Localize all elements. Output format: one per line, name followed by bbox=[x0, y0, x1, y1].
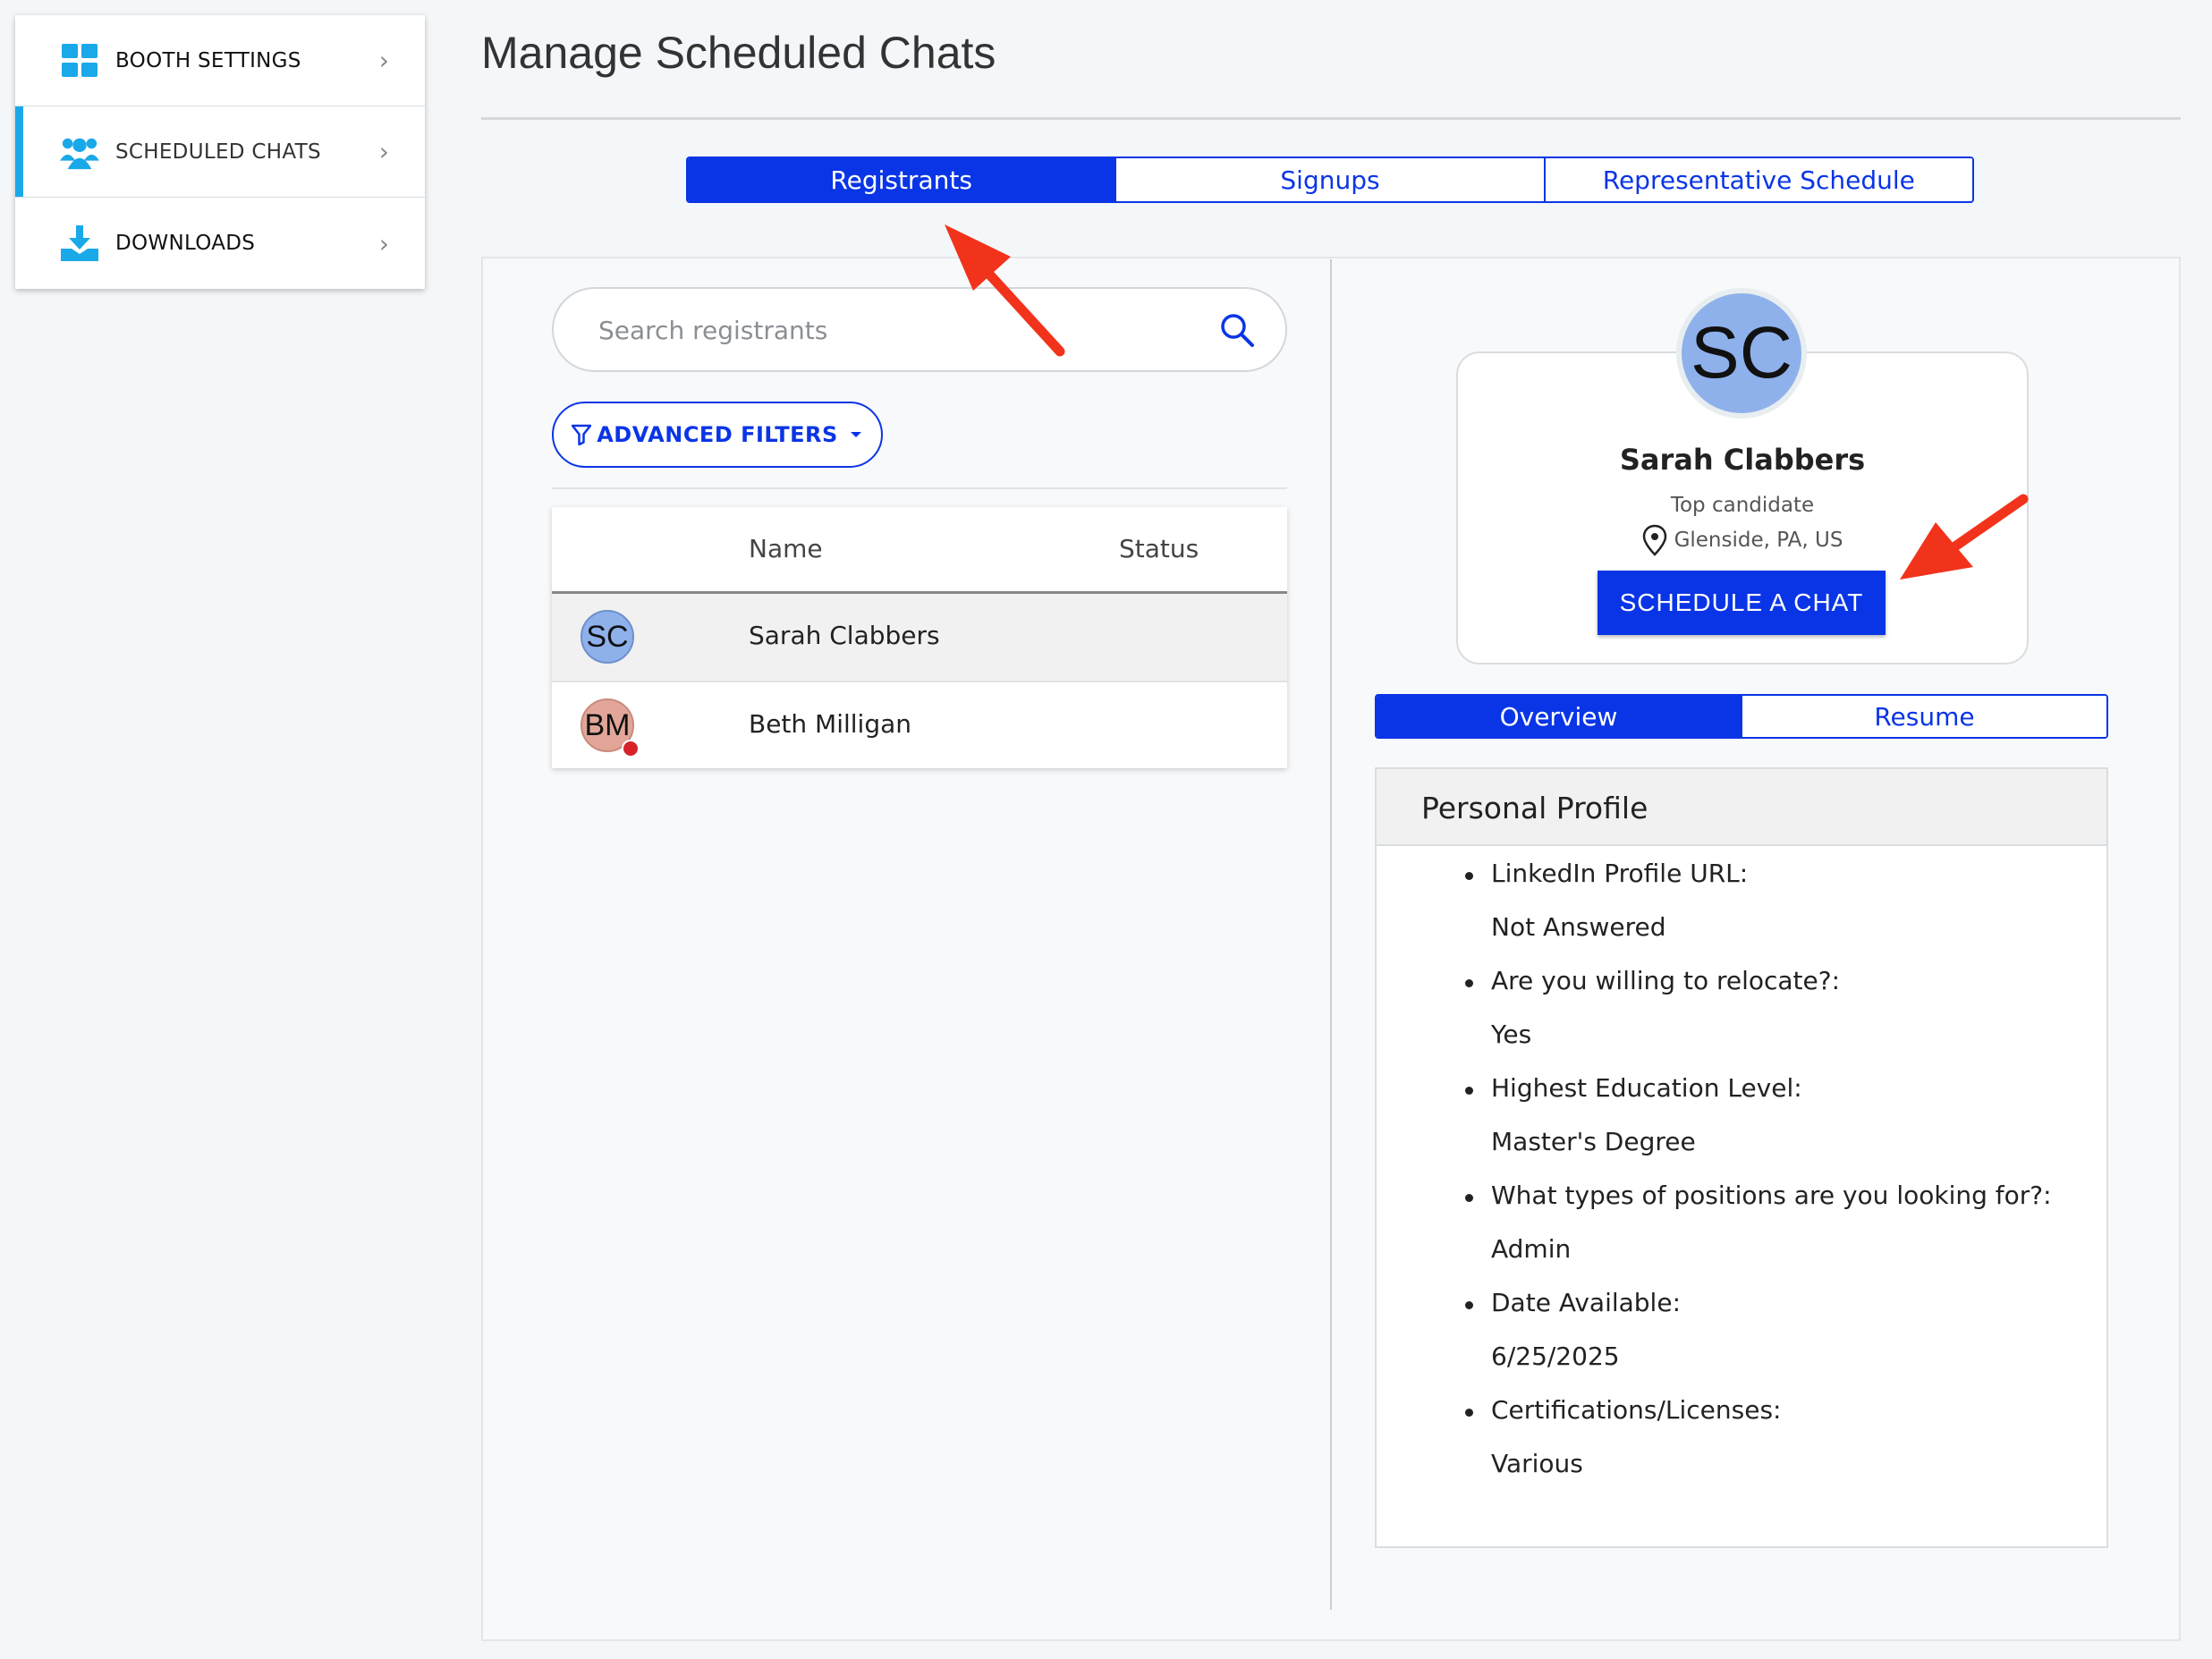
field-answer: Not Answered bbox=[1491, 912, 1666, 942]
section-title: Personal Profile bbox=[1421, 791, 1648, 825]
tab-resume[interactable]: Resume bbox=[1741, 696, 2106, 737]
field-question: Certifications/Licenses: bbox=[1464, 1395, 1782, 1425]
filter-icon bbox=[572, 424, 592, 445]
profile-avatar: SC bbox=[1676, 288, 1807, 419]
panel-divider bbox=[1330, 259, 1332, 1610]
sidebar-item-label: DOWNLOADS bbox=[115, 232, 256, 255]
sidebar-item-scheduled-chats[interactable]: SCHEDULED CHATS › bbox=[15, 106, 425, 198]
search-box bbox=[552, 287, 1287, 372]
field-question: Date Available: bbox=[1465, 1288, 1681, 1317]
header-divider bbox=[481, 117, 2181, 120]
view-tabs: Registrants Signups Representative Sched… bbox=[686, 157, 1974, 203]
chevron-right-icon: › bbox=[378, 46, 389, 75]
sidebar-item-label: BOOTH SETTINGS bbox=[115, 48, 301, 72]
page-title: Manage Scheduled Chats bbox=[481, 28, 996, 78]
tab-registrants[interactable]: Registrants bbox=[688, 158, 1115, 201]
filters-divider bbox=[552, 487, 1287, 489]
field-answer: Admin bbox=[1491, 1234, 1572, 1264]
location-pin-icon bbox=[1642, 524, 1666, 556]
search-input[interactable] bbox=[597, 309, 1173, 351]
notification-dot bbox=[622, 740, 640, 758]
profile-tabs: Overview Resume bbox=[1375, 694, 2108, 739]
sidebar: BOOTH SETTINGS › SCHEDULED CHATS › DOWNL… bbox=[15, 15, 425, 289]
field-question: LinkedIn Profile URL: bbox=[1464, 859, 1749, 888]
field-answer: Various bbox=[1491, 1449, 1583, 1478]
column-header-name[interactable]: Name bbox=[749, 534, 823, 563]
table-row[interactable]: BM Beth Milligan bbox=[552, 682, 1287, 769]
tab-representative-schedule[interactable]: Representative Schedule bbox=[1543, 158, 1972, 201]
tab-signups[interactable]: Signups bbox=[1114, 158, 1544, 201]
registrants-table: Name Status SC Sarah Clabbers BM Beth Mi… bbox=[552, 507, 1287, 768]
avatar: SC bbox=[581, 610, 634, 664]
profile-location: Glenside, PA, US bbox=[1456, 524, 2029, 556]
sidebar-item-label: SCHEDULED CHATS bbox=[115, 140, 321, 164]
caret-down-icon bbox=[850, 432, 861, 437]
personal-profile-section: Personal Profile LinkedIn Profile URL: N… bbox=[1375, 767, 2108, 1548]
profile-tag: Top candidate bbox=[1670, 494, 1815, 517]
search-icon[interactable] bbox=[1219, 312, 1255, 348]
field-question: What types of positions are you looking … bbox=[1465, 1181, 2052, 1210]
advanced-filters-label: ADVANCED FILTERS bbox=[597, 422, 838, 447]
grid-icon bbox=[60, 41, 99, 80]
schedule-chat-button[interactable]: SCHEDULE A CHAT bbox=[1598, 571, 1886, 635]
registrant-name: Sarah Clabbers bbox=[749, 621, 940, 650]
field-answer: Yes bbox=[1491, 1020, 1532, 1049]
column-header-status[interactable]: Status bbox=[1119, 534, 1199, 563]
field-answer: Master's Degree bbox=[1491, 1127, 1696, 1156]
registrant-name: Beth Milligan bbox=[749, 709, 912, 739]
advanced-filters-button[interactable]: ADVANCED FILTERS bbox=[552, 402, 883, 468]
sidebar-item-booth-settings[interactable]: BOOTH SETTINGS › bbox=[15, 15, 425, 106]
users-icon bbox=[60, 132, 99, 172]
location-text: Glenside, PA, US bbox=[1674, 529, 1843, 552]
field-question: Highest Education Level: bbox=[1465, 1073, 1802, 1103]
chevron-right-icon: › bbox=[378, 228, 389, 258]
sidebar-item-downloads[interactable]: DOWNLOADS › bbox=[15, 198, 425, 289]
section-header: Personal Profile bbox=[1377, 769, 2106, 846]
profile-name: Sarah Clabbers bbox=[1619, 443, 1866, 477]
field-answer: 6/25/2025 bbox=[1491, 1342, 1620, 1371]
table-row[interactable]: SC Sarah Clabbers bbox=[552, 594, 1287, 681]
download-icon bbox=[60, 224, 99, 263]
chevron-right-icon: › bbox=[378, 137, 389, 166]
tab-overview[interactable]: Overview bbox=[1377, 696, 1741, 737]
field-question: Are you willing to relocate?: bbox=[1464, 966, 1841, 995]
